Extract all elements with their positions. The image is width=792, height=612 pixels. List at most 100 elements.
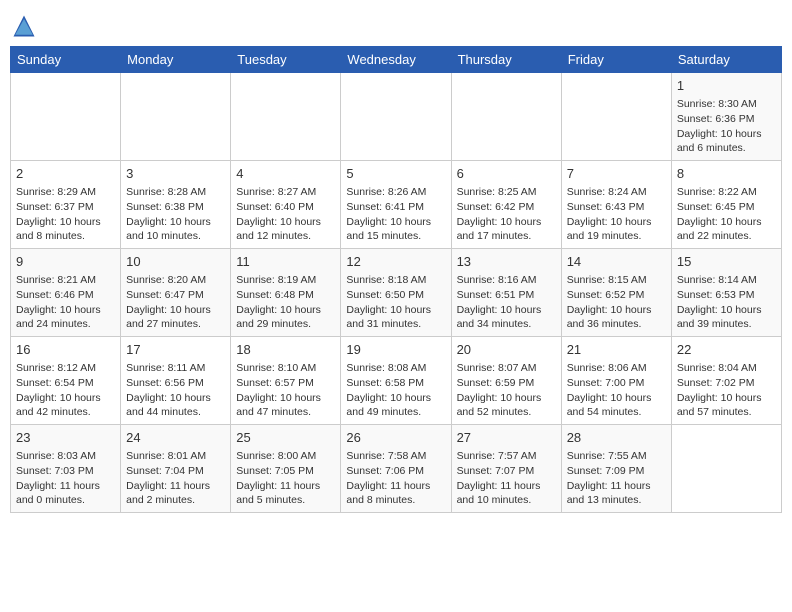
day-info: Sunset: 6:42 PM [457,200,556,215]
calendar-cell: 25 Sunrise: 8:00 AMSunset: 7:05 PMDayligh… [231,425,341,513]
day-info: Sunrise: 8:01 AM [126,449,225,464]
day-info: Daylight: 10 hours and 19 minutes. [567,215,666,244]
weekday-header-sunday: Sunday [11,47,121,73]
day-info: Daylight: 10 hours and 36 minutes. [567,303,666,332]
weekday-header-monday: Monday [121,47,231,73]
day-info: Daylight: 10 hours and 29 minutes. [236,303,335,332]
day-info: Daylight: 11 hours and 5 minutes. [236,479,335,508]
day-info: Sunrise: 8:27 AM [236,185,335,200]
calendar-cell: 21Sunrise: 8:06 AMSunset: 7:00 PMDayligh… [561,337,671,425]
day-info: Sunset: 6:51 PM [457,288,556,303]
day-info: Sunrise: 8:26 AM [346,185,445,200]
calendar-cell: 6Sunrise: 8:25 AMSunset: 6:42 PMDaylight… [451,161,561,249]
logo-icon [10,12,38,40]
day-info: Sunrise: 7:55 AM [567,449,666,464]
calendar-cell: 5Sunrise: 8:26 AMSunset: 6:41 PMDaylight… [341,161,451,249]
day-info: Sunset: 7:05 PM [236,464,335,479]
day-number: 14 [567,253,666,271]
day-info: Daylight: 11 hours and 2 minutes. [126,479,225,508]
calendar-cell: 28Sunrise: 7:55 AMSunset: 7:09 PMDayligh… [561,425,671,513]
day-info: Sunset: 6:54 PM [16,376,115,391]
day-number: 4 [236,165,335,183]
page-header [10,10,782,40]
logo [10,10,42,40]
day-info: Sunrise: 8:12 AM [16,361,115,376]
day-info: Sunrise: 7:58 AM [346,449,445,464]
day-info: Sunset: 6:46 PM [16,288,115,303]
calendar-cell [451,73,561,161]
calendar-cell: 20Sunrise: 8:07 AMSunset: 6:59 PMDayligh… [451,337,561,425]
calendar-cell: 15Sunrise: 8:14 AMSunset: 6:53 PMDayligh… [671,249,781,337]
day-number: 8 [677,165,776,183]
calendar-cell [121,73,231,161]
day-info: Sunset: 7:03 PM [16,464,115,479]
day-info: Sunset: 7:07 PM [457,464,556,479]
day-number: 12 [346,253,445,271]
day-info: Sunrise: 8:19 AM [236,273,335,288]
day-number: 19 [346,341,445,359]
day-info: Sunset: 6:47 PM [126,288,225,303]
day-number: 6 [457,165,556,183]
day-number: 13 [457,253,556,271]
day-info: Daylight: 10 hours and 15 minutes. [346,215,445,244]
day-number: 25 [236,429,335,447]
day-info: Sunset: 6:40 PM [236,200,335,215]
weekday-header-wednesday: Wednesday [341,47,451,73]
day-info: Daylight: 10 hours and 57 minutes. [677,391,776,420]
weekday-header-saturday: Saturday [671,47,781,73]
day-info: Sunrise: 8:03 AM [16,449,115,464]
calendar-cell: 27Sunrise: 7:57 AMSunset: 7:07 PMDayligh… [451,425,561,513]
calendar-cell: 1Sunrise: 8:30 AMSunset: 6:36 PMDaylight… [671,73,781,161]
day-info: Sunrise: 8:07 AM [457,361,556,376]
day-number: 23 [16,429,115,447]
day-info: Sunrise: 8:30 AM [677,97,776,112]
day-info: Sunrise: 8:18 AM [346,273,445,288]
day-info: Daylight: 10 hours and 54 minutes. [567,391,666,420]
calendar-cell: 10Sunrise: 8:20 AMSunset: 6:47 PMDayligh… [121,249,231,337]
day-number: 26 [346,429,445,447]
day-info: Sunset: 6:48 PM [236,288,335,303]
day-info: Sunrise: 8:16 AM [457,273,556,288]
day-info: Sunrise: 8:10 AM [236,361,335,376]
day-number: 17 [126,341,225,359]
calendar-cell: 16 Sunrise: 8:12 AMSunset: 6:54 PMDayligh… [11,337,121,425]
day-number: 10 [126,253,225,271]
day-info: Sunset: 6:45 PM [677,200,776,215]
day-info: Sunset: 6:37 PM [16,200,115,215]
day-info: Sunrise: 8:00 AM [236,449,335,464]
day-info: Daylight: 11 hours and 13 minutes. [567,479,666,508]
day-info: Sunrise: 8:25 AM [457,185,556,200]
day-number: 16 [16,341,115,359]
calendar-cell [11,73,121,161]
day-info: Sunrise: 7:57 AM [457,449,556,464]
day-info: Sunset: 7:02 PM [677,376,776,391]
day-info: Daylight: 10 hours and 42 minutes. [16,391,115,420]
day-info: Sunset: 6:58 PM [346,376,445,391]
day-info: Sunrise: 8:04 AM [677,361,776,376]
day-info: Daylight: 10 hours and 24 minutes. [16,303,115,332]
calendar-cell: 22Sunrise: 8:04 AMSunset: 7:02 PMDayligh… [671,337,781,425]
day-info: Sunset: 7:04 PM [126,464,225,479]
day-info: Daylight: 10 hours and 22 minutes. [677,215,776,244]
calendar-cell: 7Sunrise: 8:24 AMSunset: 6:43 PMDaylight… [561,161,671,249]
day-number: 9 [16,253,115,271]
calendar-cell: 18Sunrise: 8:10 AMSunset: 6:57 PMDayligh… [231,337,341,425]
day-info: Sunrise: 8:06 AM [567,361,666,376]
calendar-cell: 17Sunrise: 8:11 AMSunset: 6:56 PMDayligh… [121,337,231,425]
day-number: 28 [567,429,666,447]
day-number: 2 [16,165,115,183]
calendar-cell: 8Sunrise: 8:22 AMSunset: 6:45 PMDaylight… [671,161,781,249]
day-info: Sunset: 6:52 PM [567,288,666,303]
day-info: Sunrise: 8:21 AM [16,273,115,288]
day-info: Daylight: 10 hours and 52 minutes. [457,391,556,420]
day-info: Daylight: 11 hours and 8 minutes. [346,479,445,508]
calendar-cell: 19Sunrise: 8:08 AMSunset: 6:58 PMDayligh… [341,337,451,425]
calendar-cell: 13Sunrise: 8:16 AMSunset: 6:51 PMDayligh… [451,249,561,337]
calendar-cell [341,73,451,161]
day-info: Sunset: 6:53 PM [677,288,776,303]
calendar-cell: 2Sunrise: 8:29 AMSunset: 6:37 PMDaylight… [11,161,121,249]
day-number: 5 [346,165,445,183]
calendar-cell: 3Sunrise: 8:28 AMSunset: 6:38 PMDaylight… [121,161,231,249]
day-info: Sunrise: 8:08 AM [346,361,445,376]
day-info: Sunset: 6:57 PM [236,376,335,391]
